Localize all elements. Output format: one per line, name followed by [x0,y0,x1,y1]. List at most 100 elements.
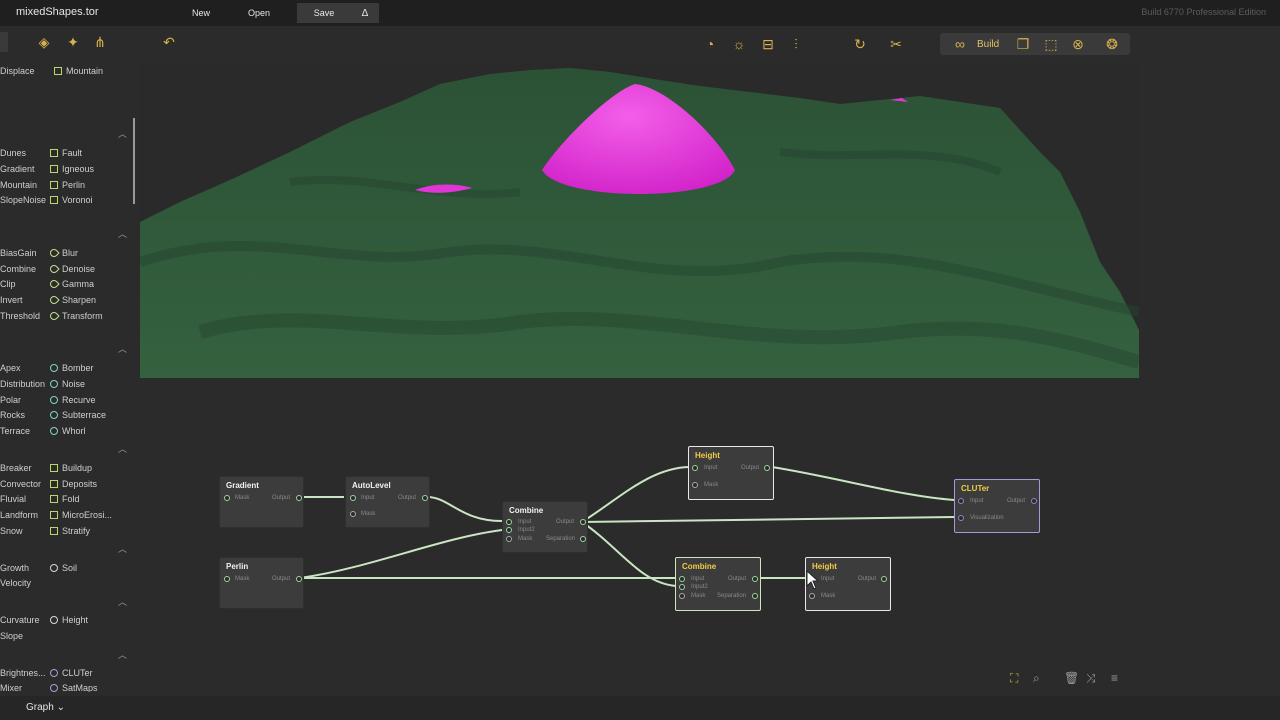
sidebar-scrollbar[interactable] [133,118,135,204]
output-port[interactable] [752,576,758,582]
library-item[interactable]: Whorl [50,426,86,436]
library-item[interactable]: Denoise [48,263,95,275]
library-item[interactable]: Mountain [54,66,103,76]
library-item[interactable]: Velocity [0,578,31,588]
library-item[interactable]: Voronoi [50,195,93,205]
delta-button[interactable]: Δ [351,3,379,23]
library-item[interactable]: Bomber [50,363,94,373]
menu-icon[interactable]: ≡ [1111,671,1118,685]
copy-icon[interactable]: ❐ [1012,33,1034,55]
collapse-icon[interactable]: ︿ [118,442,127,455]
library-item[interactable]: Noise [50,379,85,389]
library-item[interactable]: Dunes [0,148,26,158]
output-port[interactable] [764,465,770,471]
library-item[interactable]: Displace [0,66,35,76]
library-item[interactable]: Threshold [0,311,40,321]
library-item[interactable]: Height [50,615,88,625]
output-port[interactable] [1031,498,1037,504]
output-port[interactable] [296,576,302,582]
3d-viewport[interactable] [140,62,1139,378]
library-item[interactable]: CLUTer [50,668,93,678]
node-autolevel[interactable]: AutoLevel Input Mask Output [345,476,430,528]
atom-icon[interactable]: ❂ [1101,33,1123,55]
open-button[interactable]: Open [232,3,286,23]
output-port[interactable] [580,519,586,525]
input-port[interactable] [679,576,685,582]
mask-port[interactable] [506,536,512,542]
visualization-port[interactable] [958,515,964,521]
library-item[interactable]: Landform [0,510,38,520]
link-icon[interactable]: ∞ [949,33,971,55]
library-item[interactable]: Slope [0,631,23,641]
input2-port[interactable] [506,527,512,533]
library-item[interactable]: Brightnes... [0,668,46,678]
library-item[interactable]: Invert [0,295,23,305]
library-item[interactable]: Blur [48,247,78,259]
node-combine[interactable]: Combine Input Input2 Mask Output Separat… [502,501,588,553]
output-port[interactable] [296,495,302,501]
collapse-icon[interactable]: ︿ [118,595,127,608]
mask-port[interactable] [350,511,356,517]
library-item[interactable]: MicroErosi... [50,510,112,520]
input2-port[interactable] [679,584,685,590]
library-item[interactable]: Growth [0,563,29,573]
input-port[interactable] [958,498,964,504]
library-item[interactable]: SatMaps [50,683,98,692]
node-graph[interactable]: Gradient Mask Output AutoLevel Input Mas… [140,378,1139,696]
diamond-arrow-icon[interactable]: ◈ [33,31,55,53]
close-circle-icon[interactable]: ⊗ [1067,33,1089,55]
library-item[interactable]: Fault [50,148,82,158]
separation-port[interactable] [580,536,586,542]
mask-port[interactable] [809,593,815,599]
library-item[interactable]: Breaker [0,463,32,473]
library-item[interactable]: Distribution [0,379,45,389]
library-item[interactable]: Perlin [50,180,85,190]
input-port[interactable] [224,576,230,582]
pitchfork-icon[interactable]: ⋔ [89,31,111,53]
input-port[interactable] [692,465,698,471]
input-port[interactable] [506,519,512,525]
node-cluter[interactable]: CLUTer Input Visualization Output [954,479,1040,533]
collapse-icon[interactable]: ︿ [118,648,127,661]
mask-port[interactable] [692,482,698,488]
node-height[interactable]: Height Input Mask Output [688,446,774,500]
sliders-icon[interactable]: ⫶ [785,33,807,55]
library-item[interactable]: Deposits [50,479,97,489]
input-port[interactable] [350,495,356,501]
library-item[interactable]: Combine [0,264,36,274]
separation-port[interactable] [752,593,758,599]
collapse-icon[interactable]: ︿ [118,227,127,240]
cube-icon[interactable]: ⬚ [1040,33,1062,55]
library-item[interactable]: Subterrace [50,410,106,420]
library-item[interactable]: Fluvial [0,494,26,504]
library-item[interactable]: Snow [0,526,23,536]
library-item[interactable]: Transform [48,310,103,322]
library-item[interactable]: Recurve [50,395,96,405]
library-item[interactable]: Convector [0,479,41,489]
library-item[interactable]: Apex [0,363,21,373]
build-button[interactable]: Build [977,39,999,50]
node-perlin[interactable]: Perlin Mask Output [219,557,304,609]
zoom-icon[interactable]: ⌕ [1033,671,1040,686]
library-item[interactable]: Stratify [50,526,90,536]
mask-port[interactable] [679,593,685,599]
library-item[interactable]: Polar [0,395,21,405]
library-item[interactable]: Buildup [50,463,92,473]
node-combine[interactable]: Combine Input Input2 Mask Output Separat… [675,557,761,611]
undo-icon[interactable]: ↶ [158,31,180,53]
trash-icon[interactable]: 🗑 [1064,671,1079,685]
shuffle-icon[interactable]: ⤨ [1086,671,1096,686]
output-port[interactable] [881,576,887,582]
library-item[interactable]: Gradient [0,164,35,174]
library-item[interactable]: Mixer [0,683,22,692]
library-item[interactable]: Soil [50,563,77,573]
library-item[interactable]: Gamma [48,278,94,290]
collapse-icon[interactable]: ︿ [118,542,127,555]
graph-tab[interactable]: Graph ⌄ [26,702,65,713]
new-button[interactable]: New [172,3,230,23]
save-button[interactable]: Save [297,3,351,23]
scissors-icon[interactable]: ✂ [885,33,907,55]
node-gradient[interactable]: Gradient Mask Output [219,476,304,528]
time-icon[interactable]: ◔ [699,33,721,55]
library-item[interactable]: Clip [0,279,16,289]
